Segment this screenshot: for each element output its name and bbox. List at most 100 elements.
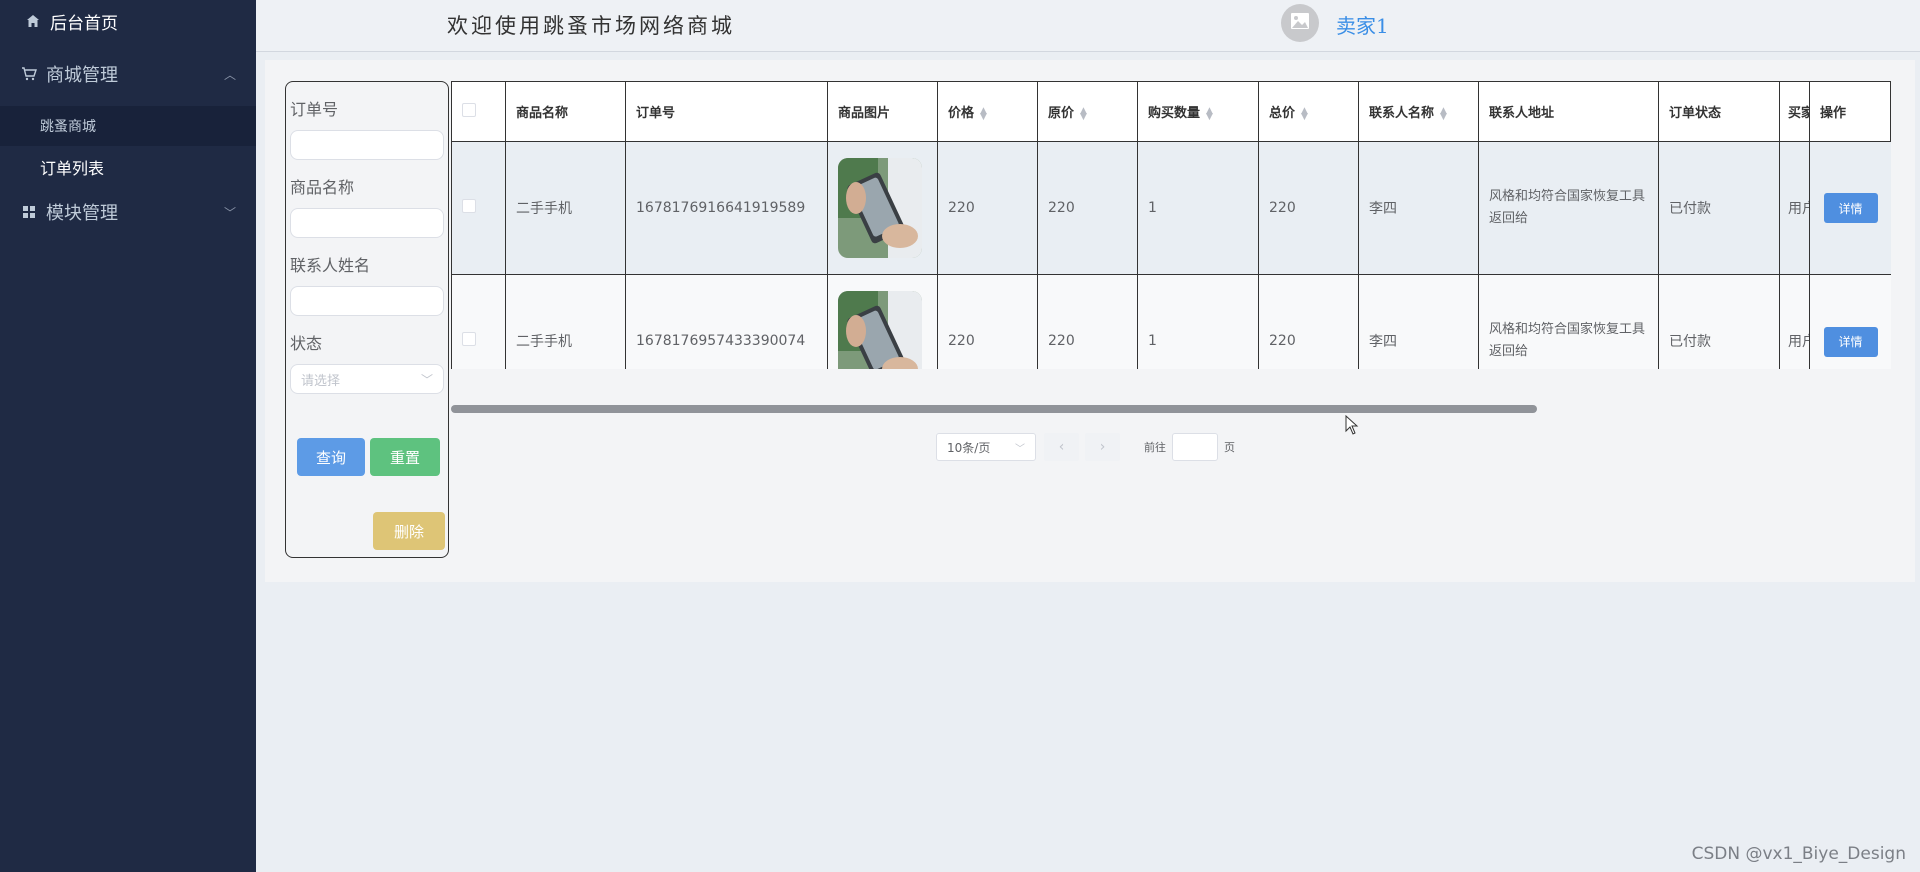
horizontal-scrollbar[interactable] xyxy=(451,405,1891,413)
operations-column: 操作 详情 详情 xyxy=(1809,81,1891,369)
sidebar-item-label: 后台首页 xyxy=(50,13,118,34)
status-placeholder: 请选择 xyxy=(301,373,341,389)
chevron-down-icon: ﹀ xyxy=(223,205,236,220)
filter-panel: 订单号 商品名称 联系人姓名 状态 请选择 ﹀ 查询 重置 删除 xyxy=(285,81,449,558)
status-label: 状态 xyxy=(290,334,323,353)
goto-label: 前往 xyxy=(1144,441,1166,454)
order-no-input[interactable] xyxy=(290,130,444,160)
avatar[interactable] xyxy=(1281,4,1319,42)
sidebar-item-order-list[interactable]: 订单列表 xyxy=(0,146,256,188)
cell-contact-name: 李四 xyxy=(1358,141,1479,275)
query-button[interactable]: 查询 xyxy=(297,438,365,476)
order-no-label: 订单号 xyxy=(290,100,339,119)
image-icon xyxy=(1290,12,1310,34)
chevron-down-icon: ﹀ xyxy=(1015,443,1025,455)
row-checkbox[interactable] xyxy=(462,332,476,346)
chevron-left-icon: ‹ xyxy=(1058,439,1065,455)
operations-cell: 详情 xyxy=(1809,275,1891,369)
col-product-name: 商品名称 xyxy=(505,81,626,142)
main-panel: 订单号 商品名称 联系人姓名 状态 请选择 ﹀ 查询 重置 删除 商品名称 订单… xyxy=(265,60,1915,582)
page-size-select[interactable]: 10条/页 ﹀ xyxy=(936,433,1036,461)
contact-name-label: 联系人姓名 xyxy=(290,256,371,275)
chevron-up-icon: ︿ xyxy=(223,67,236,82)
sidebar-item-flea-mall[interactable]: 跳蚤商城 xyxy=(0,106,256,146)
col-original-price[interactable]: 原价 ▲ ▼ xyxy=(1037,81,1138,142)
sidebar-item-label: 模块管理 xyxy=(46,203,118,224)
next-page-button[interactable]: › xyxy=(1085,433,1120,461)
delete-button[interactable]: 删除 xyxy=(373,512,445,550)
row-checkbox-cell[interactable] xyxy=(451,141,506,275)
sort-icon[interactable]: ▲ ▼ xyxy=(1440,106,1447,121)
col-order-no: 订单号 xyxy=(625,81,828,142)
row-checkbox-cell[interactable] xyxy=(451,274,506,369)
select-all-checkbox[interactable] xyxy=(462,102,476,117)
cell-order-status: 已付款 xyxy=(1658,274,1780,369)
contact-name-input[interactable] xyxy=(290,286,444,316)
chevron-right-icon: › xyxy=(1099,439,1106,455)
order-table-grid: 商品名称 订单号 商品图片 价格 ▲ ▼ 原价 ▲ ▼ 购买数量 ▲ ▼ 总价 ▲ ▼ 联系人名… xyxy=(451,81,1825,369)
goto-page-input[interactable] xyxy=(1172,433,1218,461)
page-unit-label: 页 xyxy=(1224,441,1235,454)
product-name-label: 商品名称 xyxy=(290,178,355,197)
cell-order-no: 1678176957433390074 xyxy=(625,274,828,369)
col-order-status: 订单状态 xyxy=(1658,81,1780,142)
col-contact-name[interactable]: 联系人名称 ▲ ▼ xyxy=(1358,81,1479,142)
chevron-down-icon: ﹀ xyxy=(420,372,433,387)
table-header-row: 商品名称 订单号 商品图片 价格 ▲ ▼ 原价 ▲ ▼ 购买数量 ▲ ▼ 总价 ▲ ▼ 联系人名… xyxy=(451,81,1825,142)
grid-icon xyxy=(20,205,38,219)
sort-icon[interactable]: ▲ ▼ xyxy=(980,106,987,121)
prev-page-button[interactable]: ‹ xyxy=(1044,433,1079,461)
product-name-input[interactable] xyxy=(290,208,444,238)
order-table: 商品名称 订单号 商品图片 价格 ▲ ▼ 原价 ▲ ▼ 购买数量 ▲ ▼ 总价 ▲ ▼ 联系人名… xyxy=(451,81,1891,369)
sidebar-item-home[interactable]: 后台首页 xyxy=(0,0,256,42)
top-header: 欢迎使用跳蚤市场网络商城 卖家1 xyxy=(256,0,1920,52)
sort-icon[interactable]: ▲ ▼ xyxy=(1301,106,1308,121)
table-row: 二手手机 1678176916641919589 220 220 1 220 李… xyxy=(451,141,1825,275)
cell-contact-address: 风格和均符合国家恢复工具返回给 xyxy=(1478,141,1659,275)
scrollbar-thumb[interactable] xyxy=(451,405,1537,413)
cell-product-name: 二手手机 xyxy=(505,141,626,275)
cell-total: 220 xyxy=(1258,141,1359,275)
select-all-cell[interactable] xyxy=(451,81,506,142)
sort-icon[interactable]: ▲ ▼ xyxy=(1206,106,1213,121)
product-thumbnail[interactable] xyxy=(838,158,922,258)
col-quantity[interactable]: 购买数量 ▲ ▼ xyxy=(1137,81,1259,142)
cell-original-price: 220 xyxy=(1037,274,1138,369)
cell-contact-address: 风格和均符合国家恢复工具返回给 xyxy=(1478,274,1659,369)
sidebar-item-label: 商城管理 xyxy=(46,65,118,86)
col-operations: 操作 xyxy=(1809,81,1891,142)
col-total-label: 总价 xyxy=(1269,106,1296,121)
sidebar: 后台首页 商城管理 ︿ 跳蚤商城 订单列表 模块管理 ﹀ xyxy=(0,0,256,872)
status-select[interactable]: 请选择 ﹀ xyxy=(290,364,444,394)
col-price[interactable]: 价格 ▲ ▼ xyxy=(937,81,1038,142)
col-total[interactable]: 总价 ▲ ▼ xyxy=(1258,81,1359,142)
sort-icon[interactable]: ▲ ▼ xyxy=(1080,106,1087,121)
detail-button[interactable]: 详情 xyxy=(1823,326,1878,357)
submenu-orders-wrap: 订单列表 xyxy=(0,146,256,188)
cart-icon xyxy=(20,67,38,81)
cell-product-image xyxy=(827,274,938,369)
mouse-cursor-icon xyxy=(1345,414,1359,439)
table-row: 二手手机 1678176957433390074 220 220 1 220 李… xyxy=(451,274,1825,369)
home-icon xyxy=(24,14,42,28)
detail-button[interactable]: 详情 xyxy=(1823,193,1878,223)
reset-button[interactable]: 重置 xyxy=(370,438,440,476)
cell-total: 220 xyxy=(1258,274,1359,369)
product-thumbnail[interactable] xyxy=(838,291,922,369)
cell-price: 220 xyxy=(937,141,1038,275)
operations-cell: 详情 xyxy=(1809,142,1891,275)
username[interactable]: 卖家1 xyxy=(1336,10,1389,39)
col-price-label: 价格 xyxy=(948,106,975,121)
cell-price: 220 xyxy=(937,274,1038,369)
col-contact-address: 联系人地址 xyxy=(1478,81,1659,142)
col-product-image: 商品图片 xyxy=(827,81,938,142)
sidebar-item-mall-mgmt[interactable]: 商城管理 ︿ xyxy=(0,42,256,106)
cell-order-status: 已付款 xyxy=(1658,141,1780,275)
welcome-title: 欢迎使用跳蚤市场网络商城 xyxy=(447,14,735,38)
pagination: 10条/页 ﹀ ‹ › 前往 页 xyxy=(936,433,1235,461)
col-contact-name-label: 联系人名称 xyxy=(1369,106,1435,121)
cell-order-no: 1678176916641919589 xyxy=(625,141,828,275)
row-checkbox[interactable] xyxy=(462,199,476,213)
sidebar-item-module-mgmt[interactable]: 模块管理 ﹀ xyxy=(0,188,256,236)
cell-product-image xyxy=(827,141,938,275)
